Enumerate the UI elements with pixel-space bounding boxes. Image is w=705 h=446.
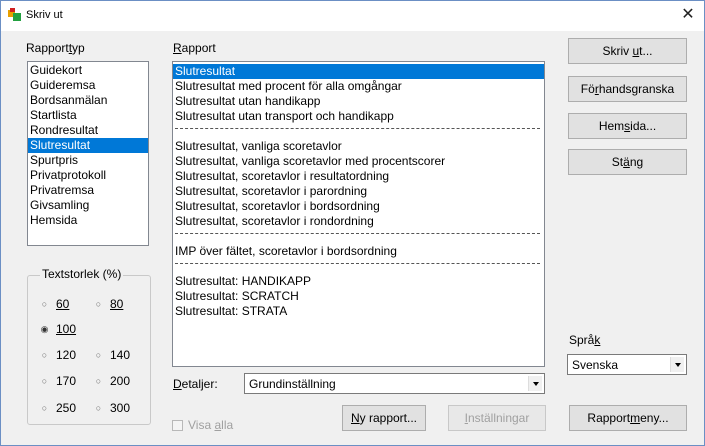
list-item[interactable]: Slutresultat: SCRATCH xyxy=(173,289,544,304)
rapport-list[interactable]: Slutresultat Slutresultat med procent fö… xyxy=(172,61,545,367)
radio-140[interactable]: ○ 140 xyxy=(93,348,130,362)
chevron-down-icon[interactable] xyxy=(670,357,684,372)
radio-label: 300 xyxy=(110,401,131,415)
list-item[interactable]: Slutresultat, vanliga scoretavlor xyxy=(173,139,544,154)
list-item[interactable]: Slutresultat, vanliga scoretavlor med pr… xyxy=(173,154,544,169)
print-dialog: Skriv ut ✕ Rapporttyp Guidekort Guiderem… xyxy=(0,0,705,446)
list-item[interactable]: Slutresultat, scoretavlor i rondordning xyxy=(173,214,544,229)
radio-icon: ○ xyxy=(41,298,48,309)
list-item[interactable]: Guidekort xyxy=(28,63,148,78)
list-item[interactable]: Spurtpris xyxy=(28,153,148,168)
chevron-down-icon[interactable] xyxy=(528,376,542,391)
checkbox-icon xyxy=(172,419,183,431)
list-item[interactable]: Hemsida xyxy=(28,213,148,228)
visa-alla-checkbox[interactable]: Visa alla xyxy=(172,418,233,432)
list-item[interactable]: Bordsanmälan xyxy=(28,93,148,108)
sprak-label: Språk xyxy=(569,333,601,347)
radio-selected-icon: ◉ xyxy=(40,323,49,334)
radio-60[interactable]: ○ 60 xyxy=(39,297,70,311)
sprak-dropdown[interactable]: Svenska xyxy=(567,354,687,375)
close-icon[interactable]: ✕ xyxy=(672,1,704,29)
radio-250[interactable]: ○ 250 xyxy=(39,401,76,415)
rapportmeny-button[interactable]: Rapportmeny... xyxy=(569,405,687,431)
sprak-value: Svenska xyxy=(572,358,619,372)
radio-label: 250 xyxy=(56,401,77,415)
detaljer-dropdown[interactable]: Grundinställning xyxy=(244,373,545,394)
list-item-selected[interactable]: Slutresultat xyxy=(28,138,148,153)
list-item[interactable]: Givsamling xyxy=(28,198,148,213)
title-bar: Skriv ut ✕ xyxy=(1,1,704,31)
radio-label: 140 xyxy=(110,348,131,362)
list-item[interactable]: Slutresultat med procent för alla omgång… xyxy=(173,79,544,94)
radio-icon: ○ xyxy=(41,349,48,360)
radio-icon: ○ xyxy=(95,298,102,309)
skriv-ut-button[interactable]: Skriv ut... xyxy=(568,38,687,64)
radio-80[interactable]: ○ 80 xyxy=(93,297,124,311)
radio-icon: ○ xyxy=(95,402,102,413)
textstorlek-title: Textstorlek (%) xyxy=(40,267,124,281)
list-item[interactable]: Startlista xyxy=(28,108,148,123)
separator xyxy=(173,124,544,133)
list-item[interactable]: Slutresultat utan handikapp xyxy=(173,94,544,109)
window-title: Skriv ut xyxy=(26,9,63,21)
radio-icon: ○ xyxy=(95,349,102,360)
visa-alla-label: Visa alla xyxy=(188,418,234,432)
list-item[interactable]: Slutresultat: HANDIKAPP xyxy=(173,274,544,289)
radio-label: 120 xyxy=(56,348,77,362)
installningar-button[interactable]: Inställningar xyxy=(448,405,546,431)
list-item[interactable]: Slutresultat, scoretavlor i parordning xyxy=(173,184,544,199)
rapport-label: Rapport xyxy=(173,41,216,55)
list-item[interactable]: Slutresultat: STRATA xyxy=(173,304,544,319)
radio-120[interactable]: ○ 120 xyxy=(39,348,76,362)
radio-100[interactable]: ◉ 100 xyxy=(39,322,76,336)
list-item[interactable]: Slutresultat, scoretavlor i bordsordning xyxy=(173,199,544,214)
list-item[interactable]: Privatprotokoll xyxy=(28,168,148,183)
app-icon xyxy=(8,8,21,21)
radio-170[interactable]: ○ 170 xyxy=(39,374,76,388)
detaljer-value: Grundinställning xyxy=(249,377,336,391)
forhandsgranska-button[interactable]: Förhandsgranska xyxy=(568,76,687,102)
list-item[interactable]: Guideremsa xyxy=(28,78,148,93)
radio-icon: ○ xyxy=(95,375,102,386)
radio-label: 60 xyxy=(56,297,70,311)
list-item[interactable]: Slutresultat utan transport och handikap… xyxy=(173,109,544,124)
list-item[interactable]: Rondresultat xyxy=(28,123,148,138)
list-item[interactable]: IMP över fältet, scoretavlor i bordsordn… xyxy=(173,244,544,259)
radio-label: 80 xyxy=(110,297,124,311)
radio-label: 100 xyxy=(56,322,77,336)
radio-icon: ○ xyxy=(41,375,48,386)
rapporttyp-list[interactable]: Guidekort Guideremsa Bordsanmälan Startl… xyxy=(27,61,149,246)
radio-label: 200 xyxy=(110,374,131,388)
list-item-selected[interactable]: Slutresultat xyxy=(173,64,544,79)
radio-300[interactable]: ○ 300 xyxy=(93,401,130,415)
stang-button[interactable]: Stäng xyxy=(568,149,687,175)
separator xyxy=(173,259,544,268)
list-item[interactable]: Slutresultat, scoretavlor i resultatordn… xyxy=(173,169,544,184)
detaljer-label: Detaljer: xyxy=(173,377,218,391)
list-item[interactable]: Privatremsa xyxy=(28,183,148,198)
radio-icon: ○ xyxy=(41,402,48,413)
separator xyxy=(173,229,544,238)
rapporttyp-label: Rapporttyp xyxy=(26,41,85,55)
hemsida-button[interactable]: Hemsida... xyxy=(568,113,687,139)
ny-rapport-button[interactable]: Ny rapport... xyxy=(342,405,426,431)
radio-200[interactable]: ○ 200 xyxy=(93,374,130,388)
radio-label: 170 xyxy=(56,374,77,388)
